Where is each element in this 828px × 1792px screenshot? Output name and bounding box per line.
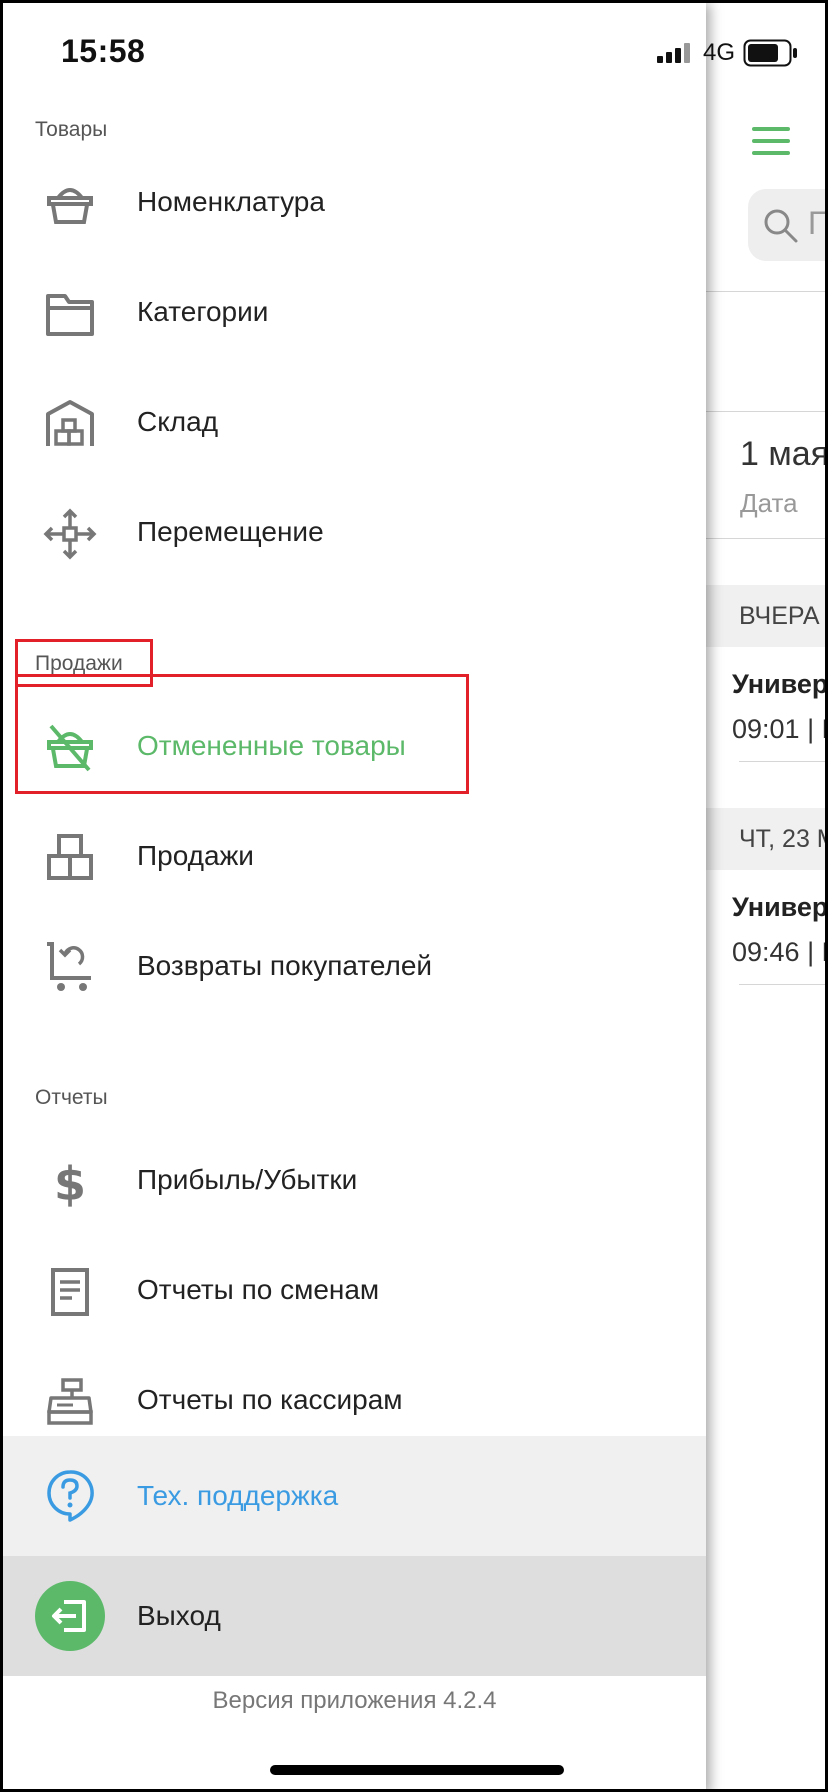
basket-icon bbox=[47, 188, 93, 224]
battery-icon bbox=[743, 39, 797, 67]
search-field[interactable]: П bbox=[748, 189, 825, 261]
group-header: ВЧЕРА bbox=[706, 585, 825, 647]
row-subtitle: 09:01 | Р bbox=[732, 714, 825, 744]
status-time: 15:58 bbox=[61, 33, 146, 69]
section-title-goods: Товары bbox=[35, 118, 108, 141]
background-app: П 1 мая Дата ВЧЕРА Универс 09:01 | Р ЧТ,… bbox=[706, 3, 828, 1789]
support-label: Тех. поддержка bbox=[137, 1480, 339, 1511]
cash-register-icon bbox=[47, 1378, 93, 1425]
date-value[interactable]: 1 мая bbox=[740, 435, 825, 474]
divider bbox=[706, 411, 825, 412]
menu-item-label: Продажи bbox=[137, 840, 254, 871]
exit-icon bbox=[52, 1600, 86, 1632]
section-title-reports: Отчеты bbox=[35, 1086, 108, 1109]
svg-text:$: $ bbox=[54, 1157, 86, 1208]
menu-item-categories[interactable]: Категории bbox=[3, 266, 706, 362]
row-title[interactable]: Универс bbox=[732, 669, 825, 700]
menu-item-movement[interactable]: Перемещение bbox=[3, 486, 706, 582]
document-icon bbox=[51, 1268, 89, 1316]
divider bbox=[739, 984, 825, 985]
menu-item-label: Отмененные товары bbox=[137, 730, 406, 761]
menu-item-customer-returns[interactable]: Возвраты покупателей bbox=[3, 920, 706, 1016]
exit-label: Выход bbox=[137, 1600, 221, 1631]
search-placeholder: П bbox=[808, 205, 825, 242]
menu-item-shift-reports[interactable]: Отчеты по сменам bbox=[3, 1244, 706, 1340]
menu-item-support[interactable]: Тех. поддержка bbox=[3, 1436, 706, 1556]
dollar-icon: $ bbox=[54, 1157, 86, 1208]
menu-item-profit-loss[interactable]: $ Прибыль/Убытки bbox=[3, 1134, 706, 1230]
screen: П 1 мая Дата ВЧЕРА Универс 09:01 | Р ЧТ,… bbox=[0, 0, 828, 1792]
search-icon bbox=[764, 209, 798, 243]
hamburger-menu-icon[interactable] bbox=[752, 127, 790, 155]
app-version: Версия приложения 4.2.4 bbox=[212, 1687, 497, 1714]
menu-item-sales[interactable]: Продажи bbox=[3, 810, 706, 906]
menu-item-label: Номенклатура bbox=[137, 186, 325, 217]
menu-item-label: Категории bbox=[137, 296, 269, 327]
group-header: ЧТ, 23 М bbox=[706, 808, 828, 870]
folder-icon bbox=[46, 294, 94, 336]
section-title-sales: Продажи bbox=[35, 652, 123, 675]
menu-item-label: Отчеты по сменам bbox=[137, 1274, 380, 1305]
row-subtitle: 09:46 | Р bbox=[732, 937, 825, 967]
group-header-label: ВЧЕРА bbox=[739, 602, 820, 630]
menu-item-label: Отчеты по кассирам bbox=[137, 1384, 403, 1415]
menu-item-label: Перемещение bbox=[137, 516, 324, 547]
menu-item-cancelled-goods[interactable]: Отмененные товары bbox=[3, 700, 706, 796]
home-indicator[interactable] bbox=[270, 1765, 564, 1775]
menu-item-label: Склад bbox=[137, 406, 219, 437]
cancelled-basket-icon bbox=[47, 724, 93, 772]
menu-item-label: Возвраты покупателей bbox=[137, 950, 433, 981]
help-chat-icon bbox=[47, 1470, 94, 1522]
exit-button-circle[interactable] bbox=[35, 1581, 105, 1651]
move-arrows-icon bbox=[43, 508, 97, 560]
return-cart-icon bbox=[47, 942, 91, 991]
divider bbox=[739, 761, 825, 762]
network-type: 4G bbox=[703, 39, 736, 66]
group-header-label: ЧТ, 23 М bbox=[739, 825, 828, 853]
date-label: Дата bbox=[740, 488, 798, 518]
menu-item-warehouse[interactable]: Склад bbox=[3, 376, 706, 472]
menu-item-label: Прибыль/Убытки bbox=[137, 1164, 358, 1195]
divider bbox=[706, 538, 825, 539]
divider bbox=[706, 291, 825, 292]
boxes-icon bbox=[47, 834, 93, 880]
menu-item-nomenclature[interactable]: Номенклатура bbox=[3, 156, 706, 252]
menu-item-exit[interactable]: Выход bbox=[3, 1556, 706, 1676]
warehouse-icon bbox=[46, 400, 94, 446]
row-title[interactable]: Универс bbox=[732, 892, 825, 923]
navigation-drawer: 15:58 4G Товары Номенклатура Категории С… bbox=[3, 3, 735, 1789]
